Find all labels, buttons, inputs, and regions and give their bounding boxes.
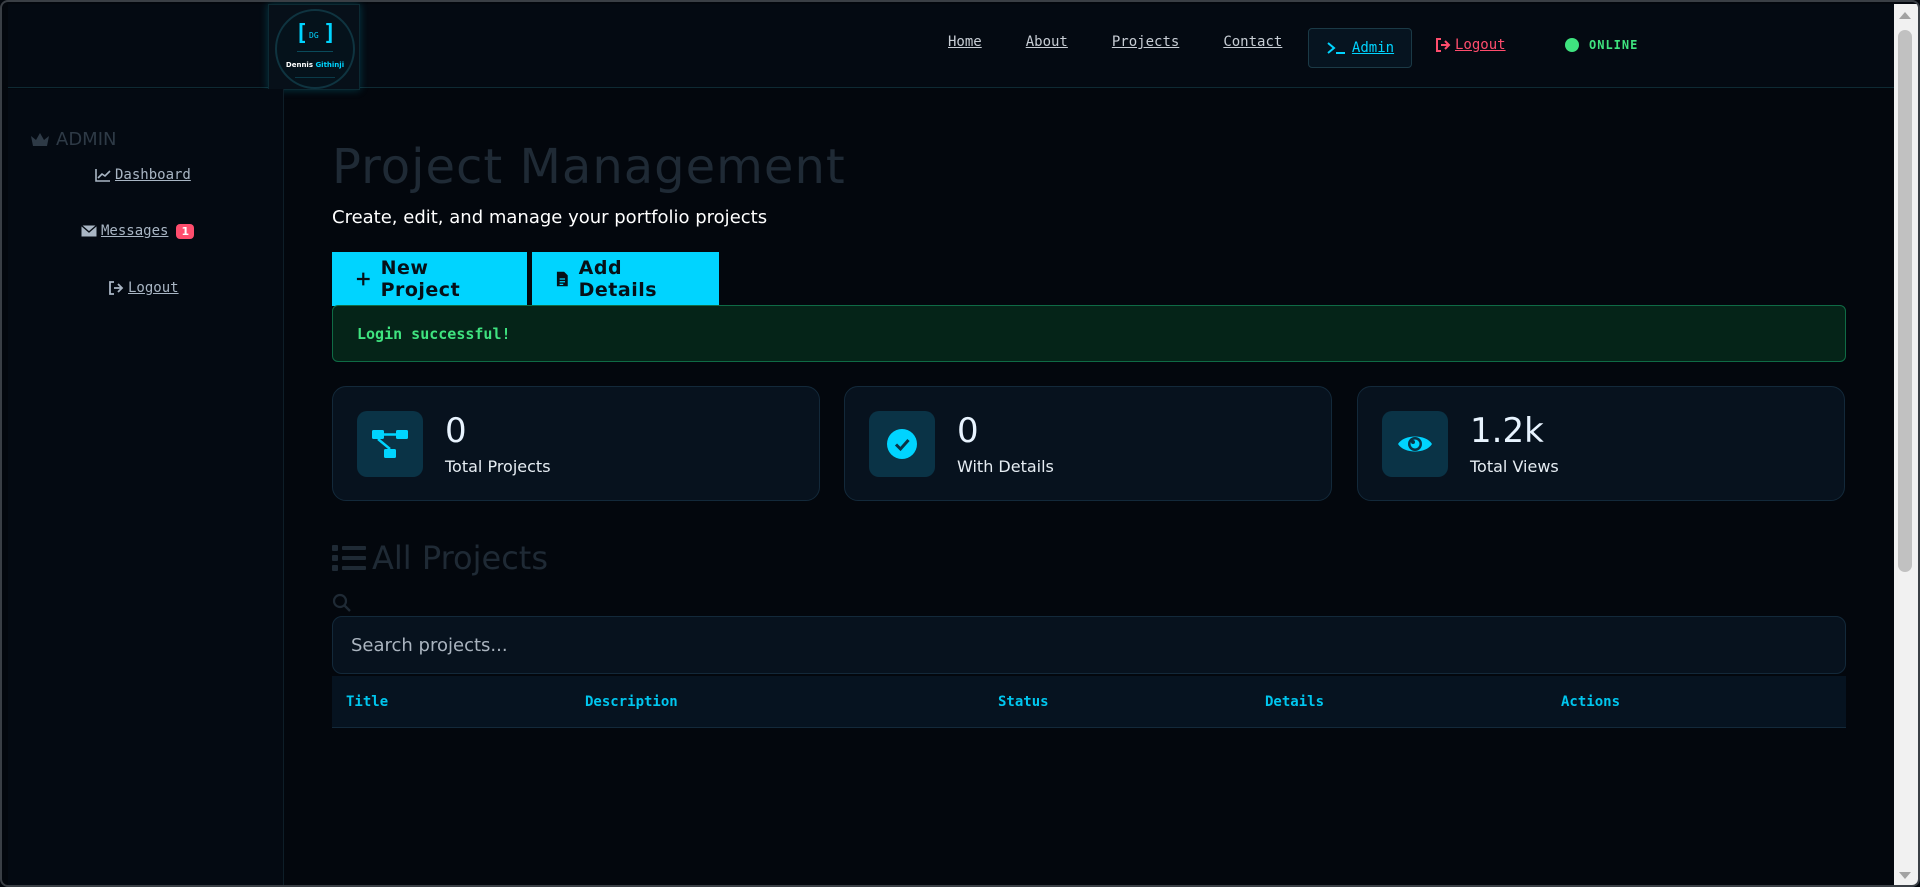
new-project-button[interactable]: New Project [332,252,527,306]
stat-card-total-projects: 0 Total Projects [332,386,820,501]
column-header-details[interactable]: Details [1265,694,1324,710]
chart-line-icon [95,169,111,182]
nav-link-projects[interactable]: Projects [1112,34,1179,50]
logo-initials: DG [309,31,319,40]
sidebar-title-label: ADMIN [56,129,117,150]
stat-label: With Details [957,457,1054,476]
stat-value: 0 [445,411,467,451]
nav-admin-button[interactable]: Admin [1308,28,1412,68]
column-header-actions[interactable]: Actions [1561,694,1620,710]
nav-logout-link[interactable]: Logout [1435,37,1506,53]
file-icon [556,271,568,287]
stat-icon-box [869,411,935,477]
app-window: [ DG ] Dennis Githinji Home About Projec… [0,0,1920,887]
logo-first-name: Dennis [285,61,313,69]
nav-logout-label: Logout [1455,37,1506,53]
envelope-icon [81,225,97,237]
sidebar-title: ADMIN [30,129,116,150]
logo-name: Dennis Githinji [277,61,353,69]
page-scrollbar[interactable] [1894,4,1918,885]
sidebar-item-logout[interactable]: Logout [108,280,179,296]
logo-bracket-left: [ [295,21,309,46]
scroll-up-arrow[interactable] [1899,12,1911,19]
page-title: Project Management [332,139,846,195]
check-circle-icon [887,429,917,459]
column-header-status[interactable]: Status [998,694,1049,710]
sign-out-icon [1436,38,1451,52]
logo-bracket-right: ] [323,21,337,46]
add-details-label: Add Details [578,257,658,301]
section-title-label: All Projects [372,539,548,577]
crown-icon [31,132,49,146]
nav-link-home[interactable]: Home [948,34,982,50]
search-input[interactable] [332,616,1846,674]
projects-table-header: Title Description Status Details Actions [332,676,1846,728]
stat-icon-box [357,411,423,477]
stat-icon-box [1382,411,1448,477]
stat-label: Total Projects [445,457,551,476]
scroll-down-arrow[interactable] [1899,872,1911,879]
scrollbar-thumb[interactable] [1898,30,1912,572]
plus-icon [356,272,370,286]
success-alert: Login successful! [332,305,1846,362]
alert-message: Login successful! [357,324,511,343]
logo[interactable]: [ DG ] Dennis Githinji [268,4,360,90]
search-icon [332,593,351,612]
logo-badge: [ DG ] Dennis Githinji [275,9,355,89]
top-navbar: [ DG ] Dennis Githinji Home About Projec… [8,4,1894,90]
status-dot [1565,38,1579,52]
logo-last-name: Githinji [315,61,345,69]
logo-divider [297,51,333,52]
list-icon [332,545,366,571]
status-indicator: ONLINE [1565,38,1638,52]
stat-value: 1.2k [1470,411,1544,451]
column-header-description[interactable]: Description [585,694,678,710]
nav-link-about[interactable]: About [1026,34,1068,50]
sidebar-item-label: Dashboard [115,167,191,183]
messages-count-badge: 1 [176,223,195,239]
sidebar-item-label: Logout [128,280,179,296]
page-subtitle: Create, edit, and manage your portfolio … [332,207,768,228]
nav-admin-label: Admin [1351,40,1395,56]
add-details-button[interactable]: Add Details [532,252,719,306]
sidebar-item-dashboard[interactable]: Dashboard [95,167,191,183]
new-project-label: New Project [380,257,461,301]
sidebar-item-messages[interactable]: Messages 1 [81,223,195,239]
status-label: ONLINE [1589,38,1639,52]
logo-underline [295,77,335,78]
nav-link-contact[interactable]: Contact [1223,34,1282,50]
section-title: All Projects [332,539,548,577]
sidebar: ADMIN Dashboard Messages 1 Logout [8,89,284,885]
eye-icon [1398,436,1432,452]
stat-value: 0 [957,411,979,451]
stat-card-with-details: 0 With Details [844,386,1332,501]
nav-links: Home About Projects Contact [948,34,1326,50]
stat-label: Total Views [1470,457,1559,476]
column-header-title[interactable]: Title [346,694,388,710]
project-diagram-icon [372,430,408,458]
stat-card-total-views: 1.2k Total Views [1357,386,1845,501]
sidebar-item-label: Messages [101,223,169,239]
terminal-icon [1327,42,1345,54]
sign-out-icon [109,281,124,295]
